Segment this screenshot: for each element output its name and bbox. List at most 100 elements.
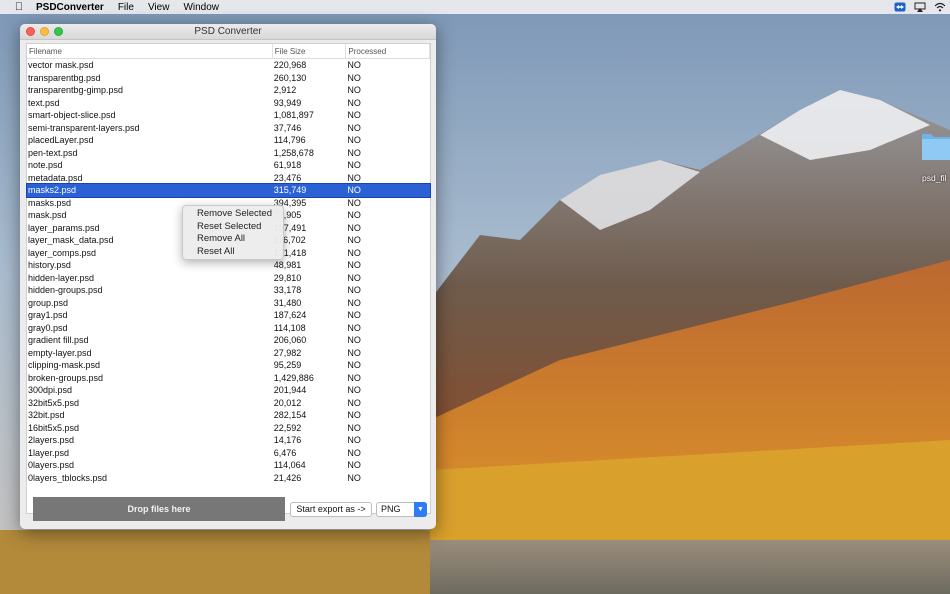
cell-processed: NO: [347, 285, 361, 296]
cell-filename: vector mask.psd: [28, 60, 94, 71]
minimize-window-button[interactable]: [40, 27, 49, 36]
table-row[interactable]: metadata.psd 23,476 NO: [27, 172, 430, 185]
column-header-file-size[interactable]: File Size: [273, 43, 347, 59]
table-row[interactable]: vector mask.psd 220,968 NO: [27, 59, 430, 72]
cell-filename: placedLayer.psd: [28, 135, 94, 146]
table-row[interactable]: clipping-mask.psd 95,259 NO: [27, 359, 430, 372]
drop-files-zone[interactable]: Drop files here: [33, 497, 285, 521]
menu-app-name[interactable]: PSDConverter: [36, 2, 104, 13]
cell-file-size: 21,426: [273, 472, 302, 483]
cell-processed: NO: [347, 447, 361, 458]
cell-processed: NO: [347, 435, 361, 446]
table-row[interactable]: 32bit5x5.psd 20,012 NO: [27, 397, 430, 410]
table-row[interactable]: transparentbg.psd 260,130 NO: [27, 72, 430, 85]
desktop-folder[interactable]: psd_fil: [918, 130, 950, 183]
table-row[interactable]: transparentbg-gimp.psd 2,912 NO: [27, 84, 430, 97]
table-row[interactable]: 2layers.psd 14,176 NO: [27, 434, 430, 447]
table-row[interactable]: 300dpi.psd 201,944 NO: [27, 384, 430, 397]
zoom-window-button[interactable]: [54, 27, 63, 36]
table-row[interactable]: note.psd 61,918 NO: [27, 159, 430, 172]
cell-filename: gray0.psd: [28, 322, 68, 333]
cell-processed: NO: [347, 235, 361, 246]
table-row[interactable]: semi-transparent-layers.psd 37,746 NO: [27, 122, 430, 135]
table-row[interactable]: hidden-layer.psd 29,810 NO: [27, 272, 430, 285]
start-export-button[interactable]: Start export as ->: [290, 502, 372, 517]
table-row[interactable]: gradient fill.psd 206,060 NO: [27, 334, 430, 347]
table-row[interactable]: 0layers_tblocks.psd 21,426 NO: [27, 472, 430, 485]
table-row[interactable]: 32bit.psd 282,154 NO: [27, 409, 430, 422]
cell-filename: masks2.psd: [28, 185, 77, 196]
cell-processed: NO: [347, 247, 361, 258]
column-header-processed[interactable]: Processed: [346, 43, 430, 59]
cell-processed: NO: [347, 297, 361, 308]
table-row[interactable]: empty-layer.psd 27,982 NO: [27, 347, 430, 360]
export-format-select[interactable]: PNG ▼: [376, 502, 427, 517]
context-reset-selected[interactable]: Reset Selected: [183, 221, 283, 234]
close-window-button[interactable]: [26, 27, 35, 36]
table-row[interactable]: group.psd 31,480 NO: [27, 297, 430, 310]
cell-processed: NO: [347, 310, 361, 321]
context-remove-all[interactable]: Remove All: [183, 233, 283, 246]
table-row[interactable]: smart-object-slice.psd 1,081,897 NO: [27, 109, 430, 122]
table-row[interactable]: 16bit5x5.psd 22,592 NO: [27, 422, 430, 435]
cell-file-size: 260,130: [273, 72, 307, 83]
cell-processed: NO: [347, 97, 361, 108]
menu-file[interactable]: File: [118, 2, 134, 13]
cell-filename: history.psd: [28, 260, 71, 271]
table-row[interactable]: gray0.psd 114,108 NO: [27, 322, 430, 335]
apple-menu-icon[interactable]: : [12, 1, 26, 13]
teamviewer-icon[interactable]: [894, 2, 906, 12]
cell-processed: NO: [347, 135, 361, 146]
cell-file-size: 95,259: [273, 360, 302, 371]
cell-filename: 0layers_tblocks.psd: [28, 472, 108, 483]
table-row[interactable]: masks2.psd 315,749 NO: [26, 183, 431, 198]
cell-file-size: 93,949: [273, 97, 302, 108]
cell-processed: NO: [347, 222, 361, 233]
window-titlebar[interactable]: PSD Converter: [20, 24, 436, 40]
airplay-icon[interactable]: [914, 2, 926, 12]
context-reset-all[interactable]: Reset All: [183, 246, 283, 259]
table-row[interactable]: history.psd 48,981 NO: [27, 259, 430, 272]
menu-window[interactable]: Window: [183, 2, 219, 13]
cell-file-size: 33,178: [273, 285, 302, 296]
table-row[interactable]: hidden-groups.psd 33,178 NO: [27, 284, 430, 297]
cell-filename: 0layers.psd: [28, 460, 75, 471]
cell-filename: note.psd: [28, 160, 63, 171]
cell-file-size: 114,796: [273, 135, 306, 146]
cell-processed: NO: [347, 347, 361, 358]
cell-file-size: 1,081,897: [273, 110, 314, 121]
cell-processed: NO: [347, 185, 361, 196]
cell-processed: NO: [347, 172, 361, 183]
table-row[interactable]: 1layer.psd 6,476 NO: [27, 447, 430, 460]
cell-file-size: 2,912: [273, 85, 297, 96]
table-row[interactable]: text.psd 93,949 NO: [27, 97, 430, 110]
column-header-filename[interactable]: Filename: [27, 43, 273, 59]
cell-filename: 32bit5x5.psd: [28, 397, 80, 408]
cell-file-size: 37,746: [273, 122, 302, 133]
cell-processed: NO: [347, 147, 361, 158]
cell-processed: NO: [347, 210, 361, 221]
cell-file-size: 27,982: [273, 347, 302, 358]
table-row[interactable]: placedLayer.psd 114,796 NO: [27, 134, 430, 147]
cell-processed: NO: [347, 460, 361, 471]
cell-processed: NO: [347, 122, 361, 133]
cell-file-size: 31,480: [273, 297, 302, 308]
wifi-icon[interactable]: [934, 2, 946, 12]
table-row[interactable]: gray1.psd 187,624 NO: [27, 309, 430, 322]
cell-file-size: 20,012: [273, 397, 302, 408]
menu-view[interactable]: View: [148, 2, 170, 13]
context-remove-selected[interactable]: Remove Selected: [183, 208, 283, 221]
table-row[interactable]: pen-text.psd 1,258,678 NO: [27, 147, 430, 160]
cell-processed: NO: [347, 160, 361, 171]
cell-file-size: 394,395: [273, 197, 307, 208]
cell-filename: hidden-groups.psd: [28, 285, 103, 296]
cell-filename: semi-transparent-layers.psd: [28, 122, 140, 133]
table-header: Filename File Size Processed: [27, 43, 430, 59]
cell-filename: gradient fill.psd: [28, 335, 89, 346]
cell-file-size: 1,429,886: [273, 372, 314, 383]
table-row[interactable]: 0layers.psd 114,064 NO: [27, 459, 430, 472]
table-row[interactable]: broken-groups.psd 1,429,886 NO: [27, 372, 430, 385]
file-table[interactable]: Filename File Size Processed vector mask…: [26, 43, 431, 514]
export-format-value: PNG: [381, 504, 401, 514]
cell-file-size: 114,108: [273, 322, 306, 333]
